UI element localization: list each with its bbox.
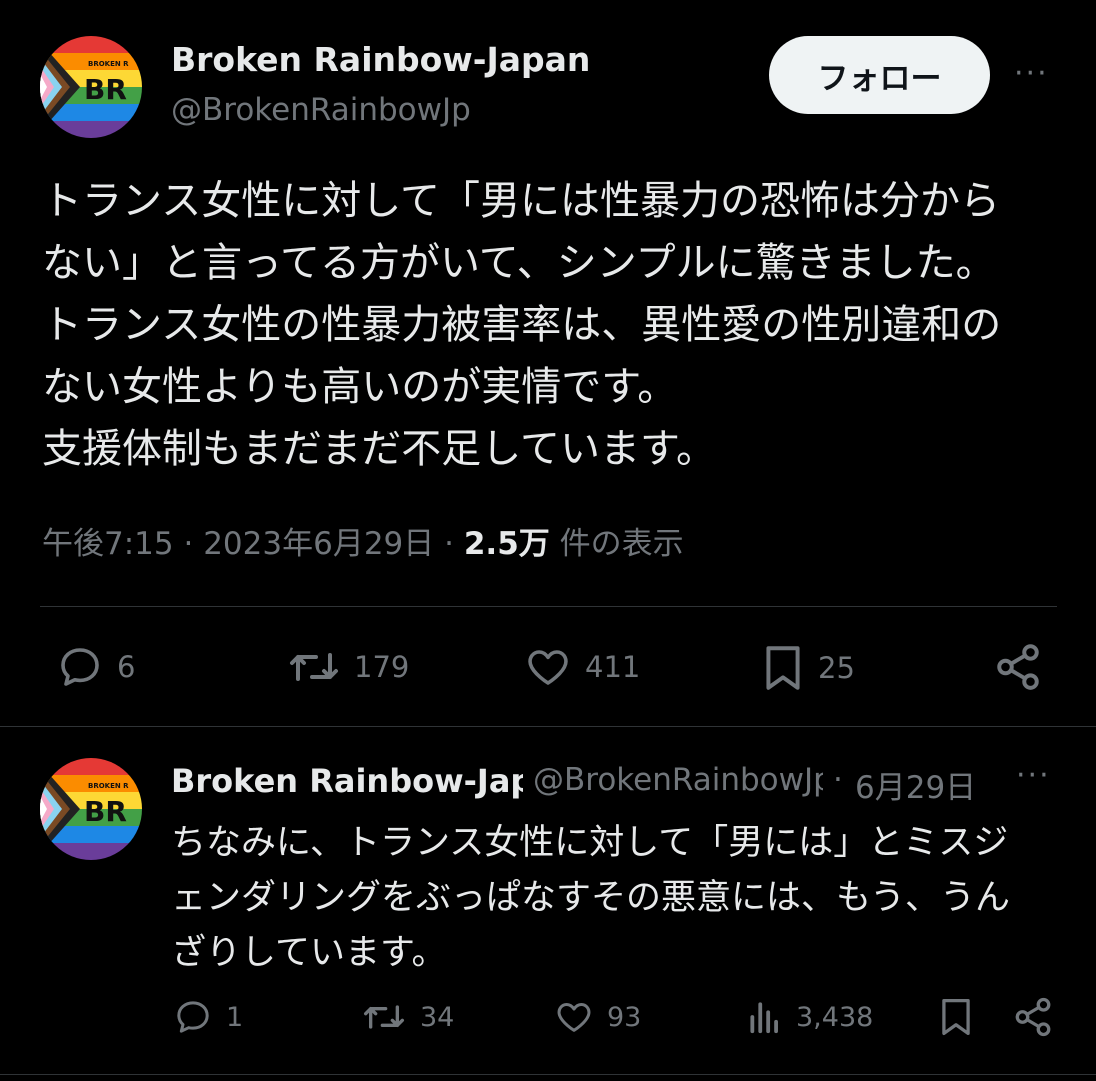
tweet-meta: 午後7:15 · 2023年6月29日 · 2.5万 件の表示 [42,518,684,563]
author-handle[interactable]: @BrokenRainbowJp [171,92,471,128]
tweet-text-line: トランス女性の性暴力被害率は、異性愛の性別違和の [42,302,1002,348]
author-handle[interactable]: @BrokenRainbowJp [533,762,823,798]
tweet-date[interactable]: 6月29日 [855,762,976,807]
views-button[interactable]: 3,438 [746,997,873,1037]
retweet-button[interactable]: 179 [286,643,409,691]
share-icon [997,644,1039,690]
broken-rainbow-logo: BROKEN R BR [40,36,142,138]
tweet-text-line: トランス女性に対して「男には性暴力の恐怖は分から [42,178,1000,224]
share-icon [1015,997,1051,1037]
retweet-icon [363,1005,404,1029]
views-count: 3,438 [796,1001,874,1033]
tweet-text-line: ない女性よりも高いのが実情です。 [42,364,678,410]
reply-icon [177,1001,209,1033]
retweet-icon [290,653,338,681]
tweet-text-line: ェンダリングをぶっぱなすその悪意には、もう、うん [171,878,1010,918]
avatar[interactable]: BROKEN R BR [40,758,142,860]
author-name[interactable]: Broken Rainbow-Japan [171,762,523,800]
like-count: 93 [607,1001,642,1033]
svg-text:BR: BR [84,73,127,106]
reply-button[interactable]: 1 [172,997,243,1037]
tweet-text-line: ざりしています。 [171,933,447,973]
reply-header: Broken Rainbow-Japan @BrokenRainbowJp · … [171,758,1056,807]
meta-separator: · [444,526,454,562]
follow-button[interactable]: フォロー [769,36,990,114]
divider [0,1074,1096,1075]
tweet-time[interactable]: 午後7:15 [42,526,174,562]
divider [40,606,1057,607]
meta-separator: · [833,762,843,798]
bookmark-icon [942,998,970,1036]
bookmark-count: 25 [818,651,855,685]
reply-count: 1 [226,1001,244,1033]
reply-count: 6 [117,650,136,684]
svg-text:BROKEN R: BROKEN R [88,782,129,790]
reply-button[interactable]: 6 [55,643,135,691]
more-options-icon[interactable]: ··· [1014,56,1049,91]
retweet-count: 179 [354,650,410,684]
views-label: 件の表示 [559,526,684,562]
tweet-text-line: 支援体制もまだまだ不足しています。 [42,426,716,472]
reply-icon [61,648,99,686]
analytics-icon [750,1002,778,1034]
meta-separator: · [183,526,194,562]
broken-rainbow-logo: BROKEN R BR [40,758,142,860]
like-count: 411 [585,650,641,684]
like-button[interactable]: 411 [523,643,640,691]
retweet-button[interactable]: 34 [360,997,454,1037]
bookmark-icon [766,646,800,690]
svg-text:BR: BR [84,795,127,828]
tweet-text: トランス女性に対して「男には性暴力の恐怖は分から ない」と言ってる方がいて、シン… [42,170,1062,480]
divider [0,726,1096,727]
bookmark-button[interactable]: 25 [760,643,855,693]
svg-text:BROKEN R: BROKEN R [88,60,129,68]
share-button[interactable] [1012,996,1054,1038]
like-button[interactable]: 93 [553,997,641,1037]
heart-icon [557,1003,591,1032]
share-button[interactable] [993,642,1043,692]
views-count[interactable]: 2.5万 [464,526,550,562]
tweet-text: ちなみに、トランス女性に対して「男には」とミスジ ェンダリングをぶっぱなすその悪… [171,816,1061,981]
heart-icon [528,650,568,685]
retweet-count: 34 [420,1001,455,1033]
tweet-text-line: ちなみに、トランス女性に対して「男には」とミスジ [171,823,1009,863]
tweet-text-line: ない」と言ってる方がいて、シンプルに驚きました。 [42,240,996,286]
author-name[interactable]: Broken Rainbow-Japan [171,40,590,79]
avatar[interactable]: BROKEN R BR [40,36,142,138]
tweet-date[interactable]: 2023年6月29日 [203,526,434,562]
more-options-icon[interactable]: ··· [1016,758,1051,793]
bookmark-button[interactable] [937,996,975,1038]
